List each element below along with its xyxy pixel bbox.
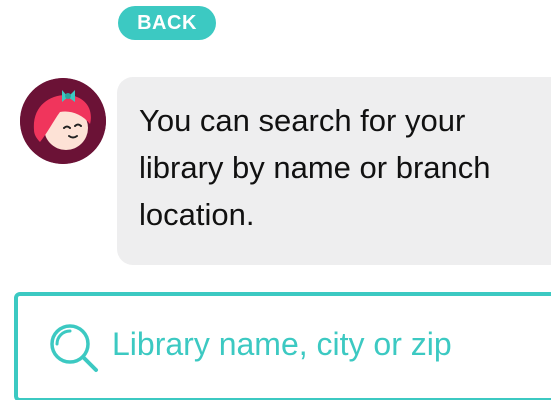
avatar xyxy=(20,78,106,164)
libby-avatar-icon xyxy=(20,78,106,164)
assistant-message-text: You can search for your library by name … xyxy=(139,103,491,232)
library-search-screen: BACK You can search for your library by … xyxy=(0,0,551,400)
back-button[interactable]: BACK xyxy=(118,6,216,40)
library-search-box[interactable] xyxy=(14,292,551,400)
search-input[interactable] xyxy=(112,314,551,374)
assistant-message-bubble: You can search for your library by name … xyxy=(117,77,551,265)
search-icon xyxy=(50,324,98,372)
